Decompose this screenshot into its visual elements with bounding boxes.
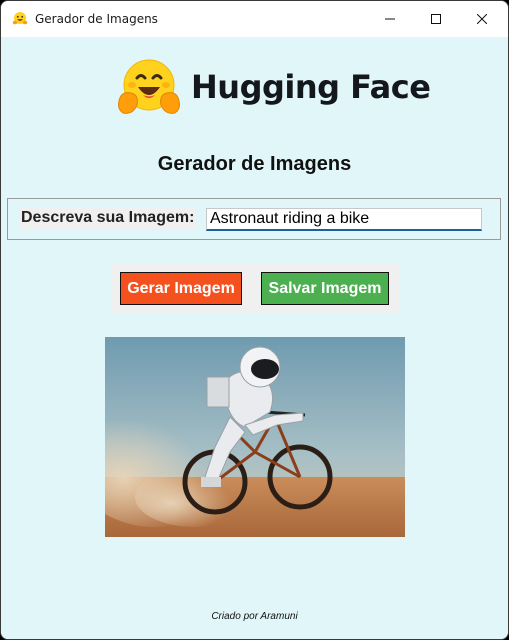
logo: Hugging Face [117,57,431,117]
minimize-icon [385,18,395,20]
astronaut-riding-bike-image [105,337,405,537]
hugging-face-emoji-icon [118,59,180,114]
app-window: Gerador de Imagens Hugging Face Gerador … [0,0,509,640]
window-title: Gerador de Imagens [35,12,158,26]
prompt-input[interactable] [206,208,482,231]
generated-image [105,337,405,537]
title-bar[interactable]: Gerador de Imagens [1,1,508,37]
close-icon [477,14,487,24]
prompt-frame: Descreva sua Imagem: [7,198,501,240]
button-frame: Gerar Imagem Salvar Imagem [111,263,400,314]
close-button[interactable] [459,1,505,37]
maximize-button[interactable] [413,1,459,37]
page-title: Gerador de Imagens [157,153,352,175]
logo-text: Hugging Face [191,68,431,106]
minimize-button[interactable] [367,1,413,37]
hugging-face-emoji-icon [12,12,28,25]
main-content: Hugging Face Gerador de Imagens Descreva… [1,37,508,639]
prompt-label: Descreva sua Imagem: [19,207,197,229]
maximize-icon [431,14,441,24]
generate-image-button[interactable]: Gerar Imagem [120,272,242,305]
footer-credit: Criado por Aramuni [211,611,298,622]
save-image-button[interactable]: Salvar Imagem [261,272,389,305]
